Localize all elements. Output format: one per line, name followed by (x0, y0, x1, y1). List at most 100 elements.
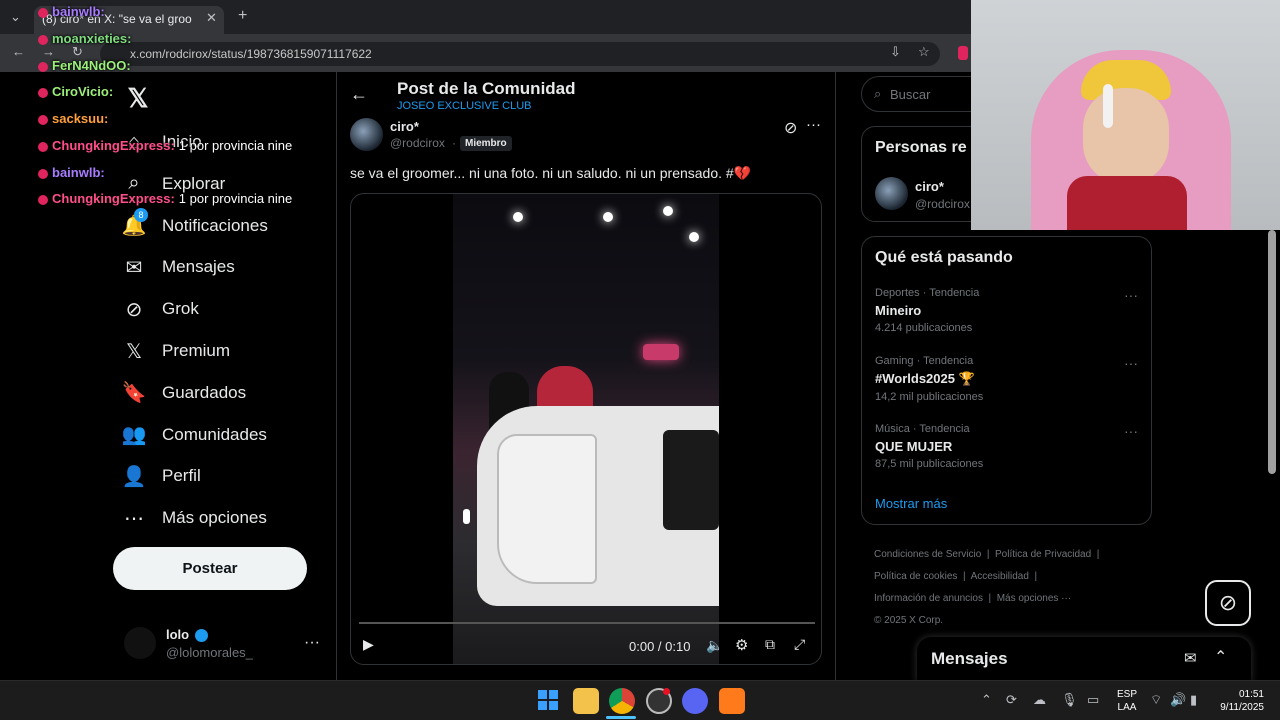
expand-drawer-icon[interactable]: ⌃ (1214, 647, 1227, 667)
footer-cookies[interactable]: Política de cookies (874, 571, 957, 582)
tray-mic-icon[interactable]: 🎙 (1061, 692, 1078, 708)
webcam-face (1083, 88, 1169, 184)
fullscreen-icon[interactable]: ⤢ (794, 636, 805, 653)
tab-list-chevron-icon[interactable]: ⌄ (10, 9, 21, 25)
sidebar-item-mensajes[interactable]: ✉ Mensajes (122, 247, 332, 287)
x-logo-icon[interactable]: 𝕏 (122, 82, 154, 114)
community-name[interactable]: JOSEO EXCLUSIVE CLUB (397, 100, 532, 112)
post-more-icon[interactable]: ··· (806, 116, 821, 133)
forward-arrow-icon[interactable]: → (42, 44, 55, 59)
chat-badge-icon (38, 7, 48, 18)
trend-more-icon[interactable]: ··· (1124, 423, 1138, 439)
tab-close-icon[interactable]: ✕ (206, 10, 217, 26)
footer-accessibility[interactable]: Accesibilidad (971, 571, 1029, 582)
suggested-avatar[interactable] (875, 177, 908, 210)
account-avatar[interactable] (124, 627, 156, 659)
chat-message: moanxieties: (38, 31, 135, 46)
trend-more-icon[interactable]: ··· (1124, 355, 1138, 371)
sidebar-item-premium[interactable]: 𝕏 Premium (122, 331, 332, 371)
back-button-icon[interactable]: ← (350, 84, 368, 105)
video-frame[interactable] (453, 194, 719, 664)
footer-privacy[interactable]: Política de Privacidad (995, 549, 1091, 560)
footer-links: Condiciones de Servicio | Política de Pr… (874, 549, 1100, 626)
tray-display-icon[interactable]: ▭ (1087, 692, 1099, 708)
input-language[interactable]: ESP LAA (1117, 688, 1137, 714)
show-more-link[interactable]: Mostrar más (875, 496, 947, 511)
extension-icon[interactable] (958, 46, 968, 60)
street-light-4 (689, 232, 699, 242)
bookmark-star-icon[interactable]: ☆ (918, 44, 930, 60)
install-icon[interactable]: ⇩ (890, 44, 901, 60)
footer-terms[interactable]: Condiciones de Servicio (874, 549, 981, 560)
trend-item[interactable]: Gaming · Tendencia #Worlds2025 🏆 14,2 mil … (875, 355, 1140, 403)
sidebar-item-grok[interactable]: ⊘ Grok (122, 289, 332, 329)
page-title: Post de la Comunidad (397, 79, 576, 98)
fl-studio-icon[interactable] (719, 688, 745, 714)
sidebar-item-comunidades[interactable]: 👥 Comunidades (122, 415, 332, 455)
picture-in-picture-icon[interactable]: ⧉ (765, 636, 775, 653)
account-more-icon[interactable]: ··· (304, 634, 320, 652)
sidebar-item-notificaciones[interactable]: 🔔 8 Notificaciones (122, 206, 332, 246)
chat-username: sacksuu: (52, 111, 109, 126)
chat-text: 1 por provincia nine (178, 138, 293, 153)
speaker-icon[interactable]: 🔊 (1170, 692, 1186, 708)
video-player[interactable]: ▶ 0:00 / 0:10 🔈 ⚙ ⧉ ⤢ (350, 193, 822, 665)
page-scrollbar[interactable] (1268, 230, 1276, 474)
address-url[interactable]: x.com/rodcirox/status/198736815907111762… (130, 47, 372, 61)
bookmark-icon: 🔖 (121, 382, 147, 405)
battery-icon[interactable]: ▮ (1190, 692, 1197, 708)
volume-icon[interactable]: 🔈 (706, 637, 723, 654)
footer-ads-info[interactable]: Información de anuncios (874, 593, 983, 604)
dot-separator: · (452, 136, 456, 150)
member-badge: Miembro (460, 136, 512, 151)
chat-username: bainwlb: (52, 4, 105, 19)
verified-badge-icon (194, 629, 208, 643)
file-explorer-icon[interactable] (573, 688, 599, 714)
tray-cloud-icon[interactable]: ☁ (1033, 692, 1046, 708)
search-icon: ⌕ (874, 86, 882, 101)
account-name[interactable]: lolo (166, 627, 208, 643)
new-tab-icon[interactable]: + (238, 7, 247, 25)
chrome-icon[interactable] (609, 688, 635, 714)
webcam-headphone-left (1103, 84, 1113, 128)
active-app-indicator (606, 716, 636, 719)
back-arrow-icon[interactable]: ← (12, 44, 25, 59)
sidebar-item-label: Notificaciones (162, 215, 268, 235)
clock[interactable]: 01:51 9/11/2025 (1216, 688, 1264, 714)
video-progress-track[interactable] (359, 622, 815, 624)
author-name[interactable]: ciro* (390, 119, 419, 134)
new-message-icon[interactable]: ✉ (1184, 649, 1197, 667)
street-light-2 (603, 212, 613, 222)
sidebar-item-más-opciones[interactable]: ⋯ Más opciones (122, 498, 332, 538)
trend-item[interactable]: Música · Tendencia QUE MUJER 87,5 mil publ… (875, 423, 1140, 470)
author-avatar[interactable] (350, 118, 383, 151)
chat-username: moanxieties: (52, 31, 132, 46)
suggested-name[interactable]: ciro* (915, 179, 944, 194)
sidebar-item-label: Grok (162, 299, 199, 319)
footer-more-options[interactable]: Más opciones ··· (997, 593, 1071, 604)
grok-post-icon[interactable]: ⊘ (784, 118, 797, 138)
notification-dot (663, 688, 670, 695)
trend-more-icon[interactable]: ··· (1124, 287, 1138, 303)
sidebar-item-guardados[interactable]: 🔖 Guardados (122, 373, 332, 413)
tray-sync-icon[interactable]: ⟳ (1006, 692, 1017, 708)
trend-title: Mineiro (875, 303, 922, 318)
trend-item[interactable]: Deportes · Tendencia Mineiro 4.214 publica… (875, 287, 1140, 334)
wifi-icon[interactable]: ⌔ (1150, 692, 1162, 708)
messages-drawer[interactable]: Mensajes ✉ ⌃ (917, 637, 1251, 682)
settings-gear-icon[interactable]: ⚙ (735, 636, 748, 654)
play-icon[interactable]: ▶ (363, 636, 374, 653)
trend-title: #Worlds2025 🏆 (875, 371, 975, 386)
sidebar-item-perfil[interactable]: 👤 Perfil (122, 456, 332, 496)
trend-title: QUE MUJER (875, 439, 953, 454)
trend-meta: Música · Tendencia (875, 423, 970, 435)
clock-time: 01:51 (1238, 689, 1264, 700)
post-button[interactable]: Postear (113, 547, 307, 590)
author-handle[interactable]: @rodcirox (390, 136, 445, 150)
chat-text: 1 por provincia nine (178, 191, 293, 206)
grok-floating-button[interactable]: ⊘ (1205, 580, 1251, 626)
tray-chevron-icon[interactable]: ⌃ (981, 692, 992, 708)
discord-icon[interactable] (682, 688, 708, 714)
windows-start-icon[interactable] (538, 690, 558, 710)
chat-username: FerN4NdOO: (52, 58, 131, 73)
